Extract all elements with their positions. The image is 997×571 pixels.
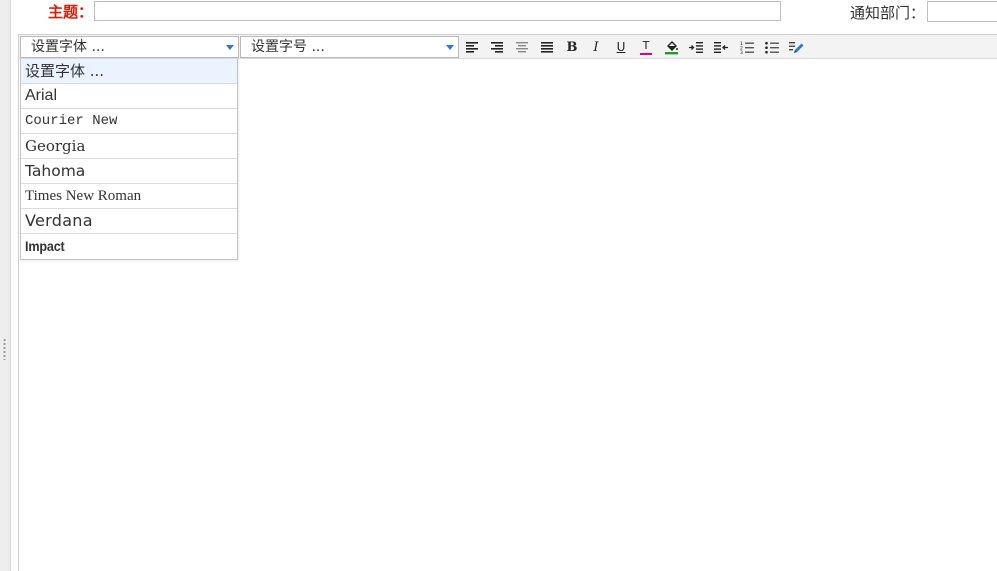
background-color-button[interactable] — [661, 38, 681, 56]
font-option-georgia[interactable]: Georgia — [21, 134, 237, 159]
font-option-arial[interactable]: Arial — [21, 84, 237, 109]
font-option-tahoma[interactable]: Tahoma — [21, 159, 237, 184]
font-color-icon: T — [642, 38, 650, 52]
unordered-list-icon — [765, 41, 779, 53]
align-right-button[interactable] — [487, 38, 507, 56]
unordered-list-button[interactable] — [762, 38, 782, 56]
paint-bucket-icon — [664, 40, 678, 54]
font-size-select[interactable]: 设置字号 ... — [240, 36, 459, 58]
align-justify-icon — [541, 41, 553, 53]
chevron-down-icon — [226, 45, 234, 50]
font-option-courier-new[interactable]: Courier New — [21, 109, 237, 134]
clear-format-button[interactable] — [786, 38, 806, 56]
italic-icon: I — [593, 39, 599, 55]
font-option-times-new-roman[interactable]: Times New Roman — [21, 184, 237, 209]
font-option-verdana[interactable]: Verdana — [21, 209, 237, 234]
font-family-select[interactable]: 设置字体 ... — [20, 36, 239, 58]
indent-button[interactable] — [686, 38, 706, 56]
bold-button[interactable]: B — [562, 38, 582, 56]
chevron-down-icon — [446, 45, 454, 50]
font-option-default[interactable]: 设置字体 ... — [21, 59, 237, 84]
rich-text-editor[interactable]: 设置字体 ... 设置字号 ... B I U T 1 2 3 设置字体 ...… — [18, 34, 997, 571]
font-size-select-value: 设置字号 ... — [251, 39, 325, 55]
font-option-impact[interactable]: Impact — [21, 234, 237, 259]
outdent-button[interactable] — [711, 38, 731, 56]
edit-pencil-icon — [788, 41, 803, 53]
italic-button[interactable]: I — [586, 38, 606, 56]
font-color-button[interactable]: T — [636, 38, 656, 56]
underline-icon: U — [616, 39, 626, 54]
left-splitter[interactable] — [0, 0, 11, 571]
splitter-grip-icon[interactable] — [3, 338, 6, 360]
ordered-list-button[interactable]: 1 2 3 — [737, 38, 757, 56]
font-color-swatch — [640, 53, 652, 55]
outdent-icon — [714, 41, 728, 53]
align-left-icon — [466, 41, 478, 53]
ordered-list-icon: 1 2 3 — [740, 41, 754, 54]
department-input[interactable] — [927, 1, 997, 22]
font-option-impact-label: Impact — [25, 238, 65, 254]
align-center-icon — [516, 41, 528, 52]
editor-toolbar: 设置字体 ... 设置字号 ... B I U T 1 2 3 — [19, 35, 997, 59]
subject-input[interactable] — [94, 1, 781, 21]
indent-icon — [689, 41, 703, 53]
department-label: 通知部门： — [850, 4, 926, 22]
subject-label: 主题： — [48, 3, 94, 21]
align-left-button[interactable] — [462, 38, 482, 56]
bold-icon: B — [566, 39, 578, 55]
font-family-select-value: 设置字体 ... — [31, 39, 105, 55]
font-family-dropdown: 设置字体 ... Arial Courier New Georgia Tahom… — [20, 59, 238, 260]
svg-text:3: 3 — [740, 50, 743, 54]
align-center-button[interactable] — [512, 38, 532, 56]
align-justify-button[interactable] — [537, 38, 557, 56]
underline-button[interactable]: U — [611, 38, 631, 56]
align-right-icon — [491, 41, 503, 53]
